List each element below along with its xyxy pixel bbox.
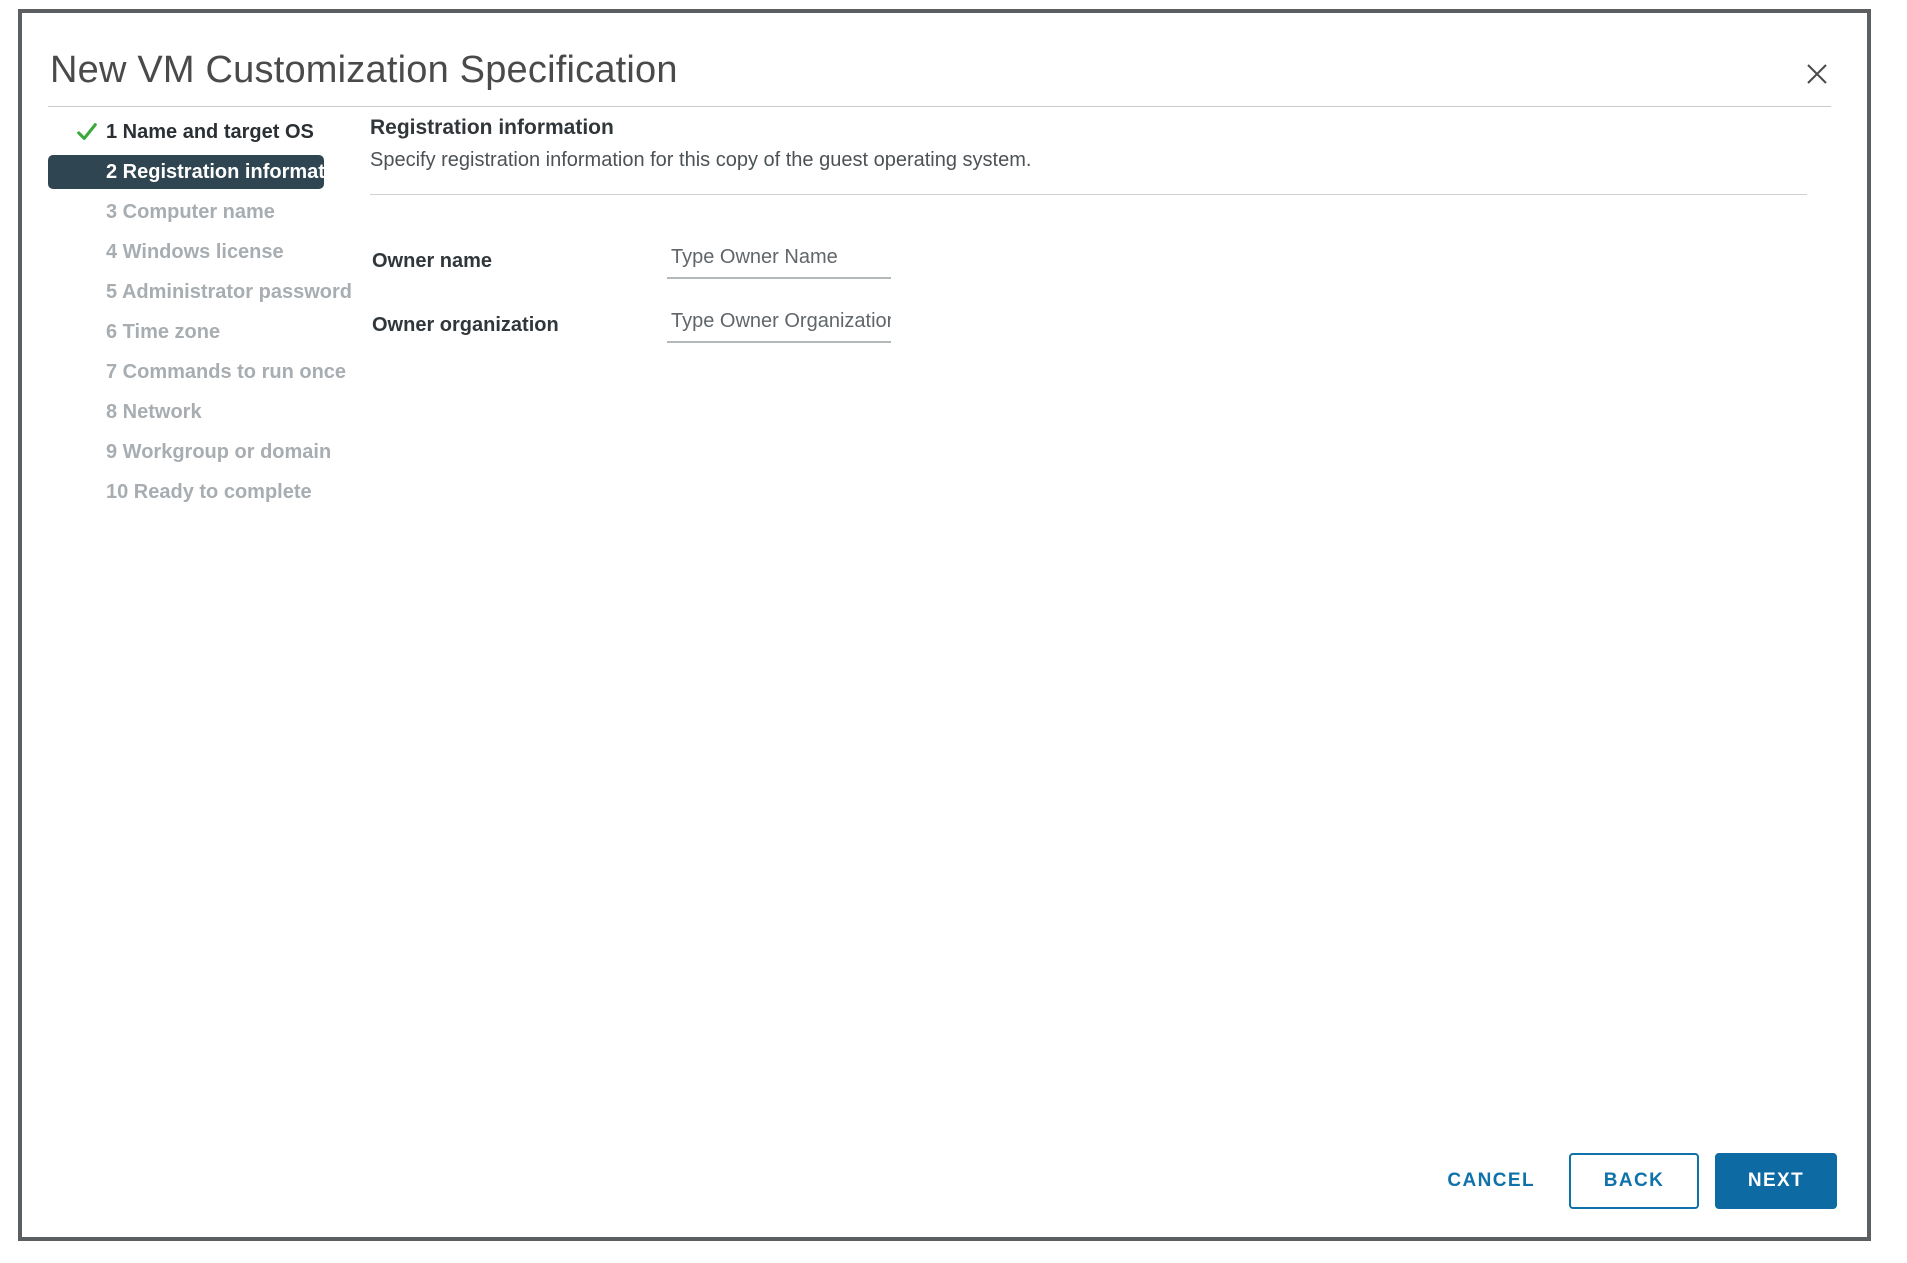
sidebar-item-label: 7 Commands to run once [106,361,347,383]
cancel-button[interactable]: CANCEL [1429,1158,1553,1204]
sidebar-item-label: 2 Registration information [106,161,355,183]
dialog-title-bar: New VM Customization Specification [22,13,1867,109]
owner-name-input[interactable] [667,242,891,280]
sidebar-item-network[interactable]: 8 Network [48,395,352,429]
sidebar-item-label: 8 Network [106,401,202,423]
owner-name-label: Owner name [372,250,493,273]
owner-organization-input[interactable] [667,306,891,344]
vm-customization-wizard-dialog: New VM Customization Specification 1 Nam… [18,9,1871,1241]
dialog-body: 1 Name and target OS 2 Registration info… [22,109,1867,1139]
clipped-background-row [40,0,1860,7]
check-icon [77,123,97,140]
content-divider [370,194,1807,196]
owner-organization-field-wrapper [667,306,891,344]
title-divider [48,106,1831,107]
section-subtitle: Specify registration information for thi… [370,149,1032,172]
sidebar-item-administrator-password[interactable]: 5 Administrator password [48,275,352,309]
footer-actions: CANCEL BACK NEXT [1429,1153,1837,1209]
page-title: New VM Customization Specification [50,49,678,91]
sidebar-item-label: 5 Administrator password [106,281,352,303]
step-row-10: 10 Ready to complete [22,475,352,509]
dialog-footer: CANCEL BACK NEXT [22,1131,1867,1237]
sidebar-item-time-zone[interactable]: 6 Time zone [48,315,352,349]
section-title: Registration information [370,116,614,139]
wizard-step-nav: 1 Name and target OS 2 Registration info… [22,115,355,515]
sidebar-item-label: 10 Ready to complete [106,481,312,503]
sidebar-item-ready-to-complete[interactable]: 10 Ready to complete [48,475,352,509]
registration-form: Owner name Owner organization [370,242,1845,370]
sidebar-item-label: 4 Windows license [106,241,284,263]
step-row-7: 7 Commands to run once [22,355,352,389]
step-row-3: 3 Computer name [22,195,352,229]
form-row-owner-name: Owner name [370,242,1845,306]
step-row-8: 8 Network [22,395,352,429]
sidebar-item-commands-to-run-once[interactable]: 7 Commands to run once [48,355,352,389]
sidebar-item-workgroup-or-domain[interactable]: 9 Workgroup or domain [48,435,352,469]
step-row-6: 6 Time zone [22,315,352,349]
content-pane: Registration information Specify registr… [370,109,1845,370]
back-button[interactable]: BACK [1569,1153,1699,1209]
step-row-4: 4 Windows license [22,235,352,269]
close-icon[interactable] [1800,57,1834,91]
sidebar-item-name-and-target-os[interactable]: 1 Name and target OS [48,115,352,149]
step-row-9: 9 Workgroup or domain [22,435,352,469]
owner-name-field-wrapper [667,242,891,280]
sidebar-item-label: 9 Workgroup or domain [106,441,332,463]
step-row-5: 5 Administrator password [22,275,352,309]
sidebar-item-label: 1 Name and target OS [106,121,314,143]
sidebar-item-label: 3 Computer name [106,201,275,223]
step-row-1: 1 Name and target OS [22,115,352,149]
sidebar-item-computer-name[interactable]: 3 Computer name [48,195,352,229]
form-row-owner-organization: Owner organization [370,306,1845,370]
next-button[interactable]: NEXT [1715,1153,1837,1209]
close-icon-glyph [1807,64,1827,84]
sidebar-item-label: 6 Time zone [106,321,221,343]
sidebar-item-windows-license[interactable]: 4 Windows license [48,235,352,269]
sidebar-item-registration-information[interactable]: 2 Registration information [48,155,355,189]
owner-organization-label: Owner organization [372,314,559,337]
step-row-2: 2 Registration information [22,155,355,189]
